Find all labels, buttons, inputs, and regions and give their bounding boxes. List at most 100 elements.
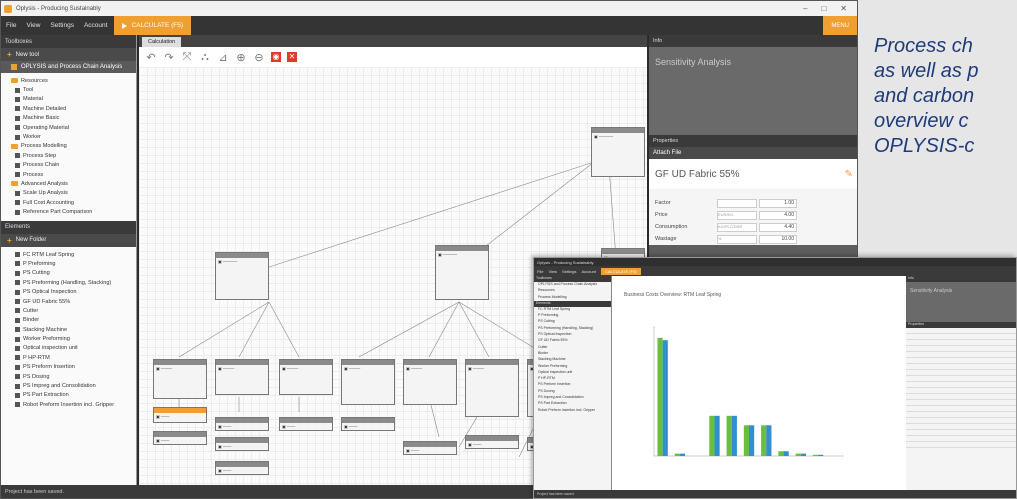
toolbox-item[interactable]: Worker (1, 132, 136, 141)
resource-node[interactable]: ▣ ─── (279, 417, 333, 431)
inset-menu-file[interactable]: File (537, 269, 543, 274)
toolbox-item[interactable]: Machine Basic (1, 114, 136, 123)
element-item[interactable]: P HP-RTM (1, 353, 136, 362)
element-item[interactable]: PS Dosing (1, 372, 136, 381)
property-value[interactable]: 4.40 (759, 222, 797, 232)
toolbox-folder[interactable]: Resources (1, 76, 136, 85)
close-window-icon[interactable]: ✕ (840, 4, 847, 13)
element-item[interactable]: PS Part Extraction (1, 391, 136, 400)
edit-pencil-icon[interactable]: ✎ (845, 169, 853, 180)
redo-icon[interactable]: ↷ (163, 51, 175, 64)
resource-node[interactable]: ▣ ─── (153, 407, 207, 423)
property-unit[interactable]: KG/PLC/DSR (717, 222, 757, 232)
toolbox-item[interactable]: Process Step (1, 151, 136, 160)
menu-button[interactable]: MENU (823, 16, 857, 35)
toolbox-item[interactable]: Scale Up Analysis (1, 189, 136, 198)
resource-node[interactable]: ▣ ─── (341, 417, 395, 431)
close-icon[interactable]: ✕ (287, 52, 297, 62)
toolbox-item[interactable]: Process Chain (1, 161, 136, 170)
property-row: Consumption KG/PLC/DSR 4.40 (649, 221, 857, 233)
resource-node[interactable]: ▣ ─── (153, 431, 207, 445)
menu-settings[interactable]: Settings (45, 22, 79, 29)
inset-calculate-button[interactable]: CALCULATE (F5) (600, 267, 641, 275)
toolbox-item[interactable]: Tool (1, 85, 136, 94)
element-item[interactable]: Stacking Machine (1, 325, 136, 334)
new-tool-button[interactable]: + New tool (1, 48, 136, 61)
inset-element-item[interactable]: Robot Preform Insertion incl. Gripper (534, 408, 611, 414)
toolbox-item[interactable]: Operating Material (1, 123, 136, 132)
chart-bar (662, 340, 668, 456)
title-bar: Oplysis - Producing Sustainably – □ ✕ (1, 1, 857, 16)
toolbox-selected[interactable]: OPLYSIS and Process Chain Analysis (1, 61, 136, 73)
process-step-node[interactable]: ▣ ──── (403, 359, 457, 405)
toolbox-item-label: Machine Basic (23, 115, 60, 122)
element-item[interactable]: PS Preforming (Handling, Stacking) (1, 278, 136, 287)
left-sidebar: Toolboxes + New tool OPLYSIS and Process… (1, 35, 137, 487)
element-item[interactable]: Optical inspection unit (1, 344, 136, 353)
process-step-node[interactable]: ▣ ──── (279, 359, 333, 395)
element-item[interactable]: PS Optical Inspection (1, 287, 136, 296)
element-item[interactable]: Worker Preforming (1, 334, 136, 343)
process-node[interactable]: ▣ ───── (215, 252, 269, 300)
element-item[interactable]: FC RTM Leaf Spring (1, 250, 136, 259)
element-icon (15, 345, 20, 351)
toolbox-item[interactable]: Full Cost Accounting (1, 198, 136, 207)
inset-menu-settings[interactable]: Settings (562, 269, 576, 274)
property-value[interactable]: 10.00 (759, 234, 797, 244)
toolbox-item[interactable]: Material (1, 95, 136, 104)
toolbox-item[interactable]: Machine Detailed (1, 104, 136, 113)
element-item[interactable]: Robot Preform Insertion incl. Gripper (1, 400, 136, 409)
element-item[interactable]: GF UD Fabric 55% (1, 297, 136, 306)
menu-account[interactable]: Account (79, 22, 113, 29)
process-node[interactable]: ▣ ───── (591, 127, 645, 177)
toolbox-folder[interactable]: Advanced Analysis (1, 179, 136, 188)
inset-screenshot: Oplysis - Producing Sustainably File Vie… (533, 257, 1017, 499)
attach-file-button[interactable]: Attach File (649, 147, 857, 159)
inset-menu-view[interactable]: View (548, 269, 557, 274)
tab-calculation[interactable]: Calculation (142, 37, 182, 47)
menu-view[interactable]: View (21, 22, 45, 29)
new-folder-button[interactable]: + New Folder (1, 233, 136, 247)
calculate-button[interactable]: CALCULATE (F5) (114, 16, 191, 35)
resource-node[interactable]: ▣ ─── (215, 417, 269, 431)
toolbox-folder[interactable]: Process Modelling (1, 142, 136, 151)
element-item[interactable]: PS Cutting (1, 269, 136, 278)
property-value[interactable]: 4.00 (759, 210, 797, 220)
new-tool-label: New tool (15, 51, 40, 58)
zoom-out-icon[interactable]: ⊖ (253, 51, 265, 64)
toolbox-item[interactable]: Reference Part Comparison (1, 207, 136, 216)
hierarchy-icon[interactable]: ⛬ (199, 51, 211, 64)
element-item[interactable]: P Preforming (1, 259, 136, 268)
minimize-icon[interactable]: – (803, 4, 807, 13)
toolbox-item[interactable]: Process (1, 170, 136, 179)
resource-node[interactable]: ▣ ─── (403, 441, 457, 455)
fit-icon[interactable]: ⤧ (181, 51, 193, 64)
process-step-node[interactable]: ▣ ──── (153, 359, 207, 399)
inset-menu-account[interactable]: Account (582, 269, 596, 274)
element-item[interactable]: Binder (1, 316, 136, 325)
resource-node[interactable]: ▣ ─── (465, 435, 519, 449)
resource-node[interactable]: ▣ ─── (215, 437, 269, 451)
element-item[interactable]: Cutter (1, 306, 136, 315)
property-value[interactable]: 1.00 (759, 198, 797, 208)
process-node[interactable]: ▣ ───── (435, 245, 489, 300)
element-item[interactable]: PS Preform Insertion (1, 363, 136, 372)
item-icon (15, 172, 20, 178)
undo-icon[interactable]: ↶ (145, 51, 157, 64)
zoom-in-icon[interactable]: ⊕ (235, 51, 247, 64)
plus-icon: + (7, 50, 12, 59)
element-item[interactable]: PS Impreg and Consolidation (1, 381, 136, 390)
eye-icon[interactable]: ◉ (271, 52, 281, 62)
property-label: Factor (655, 200, 671, 206)
menu-file[interactable]: File (1, 22, 21, 29)
property-unit[interactable] (717, 198, 757, 208)
process-step-node[interactable]: ▣ ──── (215, 359, 269, 395)
chart-icon[interactable]: ⊿ (217, 51, 229, 64)
property-unit[interactable]: % (717, 234, 757, 244)
process-step-node[interactable]: ▣ ──── (341, 359, 395, 405)
info-header: Info (649, 35, 857, 47)
process-step-node[interactable]: ▣ ──── (465, 359, 519, 417)
property-unit[interactable]: EUR/KG (717, 210, 757, 220)
resource-node[interactable]: ▣ ─── (215, 461, 269, 475)
maximize-icon[interactable]: □ (821, 4, 826, 13)
